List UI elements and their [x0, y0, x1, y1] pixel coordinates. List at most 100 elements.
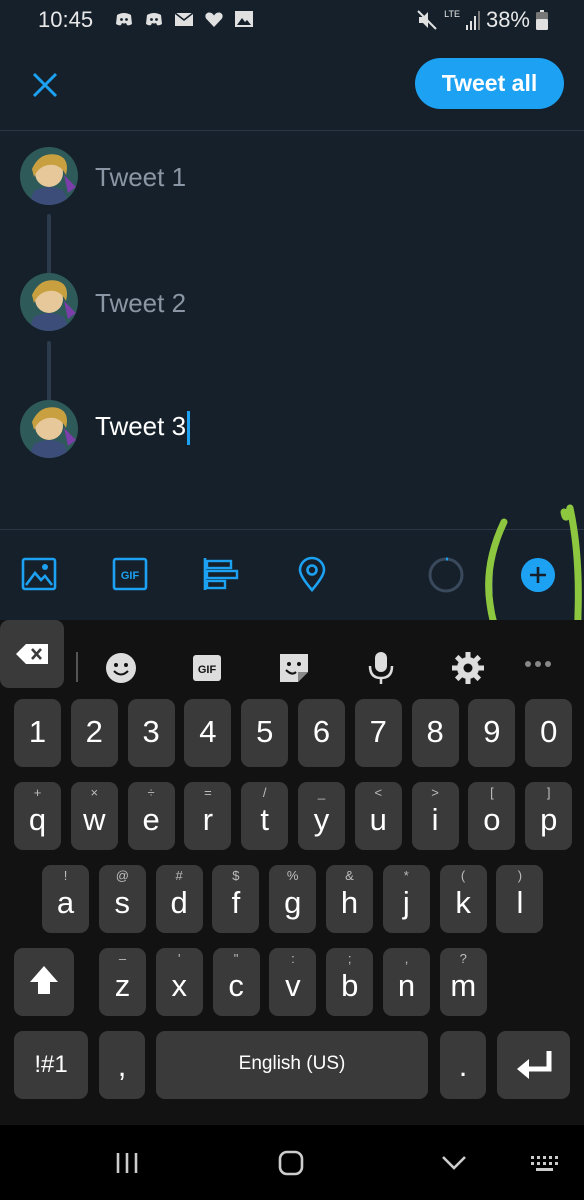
key-w[interactable]: × w: [70, 782, 118, 850]
key-label: u: [369, 802, 387, 837]
space-label: English (US): [238, 1053, 346, 1074]
key-hint: ]: [546, 785, 551, 800]
notification-icons: [114, 9, 254, 29]
key-2[interactable]: 2: [70, 699, 118, 767]
poll-icon[interactable]: [203, 556, 239, 592]
key-label: b: [341, 968, 359, 1003]
key-label: 0: [540, 714, 558, 749]
avatar: [20, 273, 78, 331]
close-icon[interactable]: [28, 68, 62, 102]
key-6[interactable]: 6: [298, 699, 345, 767]
discord-icon: [116, 13, 132, 26]
key-label: y: [313, 802, 330, 837]
key-label: 4: [199, 714, 217, 749]
compose-header: Tweet all: [0, 40, 584, 131]
location-icon[interactable]: [294, 556, 330, 592]
navigation-bar: [0, 1125, 584, 1200]
key-label: f: [231, 885, 241, 920]
settings-icon[interactable]: [448, 648, 488, 688]
key-g[interactable]: % g: [269, 865, 317, 933]
discord-icon: [146, 13, 162, 26]
tweet-input[interactable]: Tweet 1: [95, 162, 186, 193]
key-h[interactable]: & h: [326, 865, 373, 933]
key-m[interactable]: ? m: [439, 948, 487, 1016]
more-icon[interactable]: [520, 656, 560, 696]
enter-key[interactable]: [497, 1031, 570, 1099]
key-hint: <: [374, 785, 383, 800]
key-k[interactable]: (k: [439, 865, 487, 933]
sticker-icon[interactable]: [274, 648, 314, 688]
key-e[interactable]: ÷ e: [127, 782, 175, 850]
key-hint: @: [115, 868, 129, 883]
character-counter: [428, 557, 464, 593]
shift-icon: [30, 966, 58, 994]
key-5[interactable]: 5: [241, 699, 289, 767]
key-4[interactable]: 4: [184, 699, 232, 767]
avatar: [20, 400, 78, 458]
key-hint: –: [118, 951, 127, 966]
key-y[interactable]: _ y: [298, 782, 345, 850]
key-b[interactable]: ; b: [326, 948, 374, 1016]
home-icon[interactable]: [275, 1147, 307, 1179]
key-r[interactable]: = r: [184, 782, 232, 850]
toolbar-divider: [492, 556, 493, 594]
key-s[interactable]: @ s: [98, 865, 146, 933]
key-hint: ÷: [147, 785, 155, 800]
key-label: v: [285, 968, 301, 1003]
key-9[interactable]: 9: [468, 699, 516, 767]
key-hint: ;: [347, 951, 352, 966]
back-icon[interactable]: [438, 1147, 470, 1179]
compose-toolbar: GIF: [0, 529, 584, 621]
key-o[interactable]: [o: [468, 782, 516, 850]
symbols-key[interactable]: !#1: [14, 1031, 88, 1099]
key-u[interactable]: < u: [354, 782, 402, 850]
add-tweet-icon[interactable]: [521, 558, 555, 592]
key-3[interactable]: 3: [127, 699, 175, 767]
key-d[interactable]: # d: [155, 865, 203, 933]
tweet-input-active[interactable]: Tweet 3: [95, 411, 191, 446]
key-1[interactable]: 1: [14, 699, 61, 767]
key-label: 6: [312, 714, 331, 749]
key-label: r: [202, 802, 214, 837]
key-a[interactable]: ! a: [42, 865, 89, 933]
key-z[interactable]: – z: [99, 948, 146, 1016]
key-label: w: [83, 802, 106, 837]
key-7[interactable]: 7: [354, 699, 402, 767]
image-icon[interactable]: [21, 556, 57, 592]
period-key[interactable]: .: [440, 1031, 486, 1099]
tweet-all-button[interactable]: Tweet all: [415, 58, 564, 109]
emoji-icon[interactable]: [101, 648, 141, 688]
key-t[interactable]: / t: [241, 782, 289, 850]
key-i[interactable]: > i: [411, 782, 459, 850]
status-time: 10:45: [38, 7, 94, 32]
key-hint: =: [204, 785, 212, 800]
microphone-icon[interactable]: [361, 648, 401, 688]
key-label: d: [170, 885, 188, 920]
backspace-key[interactable]: [0, 620, 64, 688]
key-c[interactable]: " c: [212, 948, 260, 1016]
comma-key[interactable]: ,: [99, 1031, 145, 1099]
key-n[interactable]: ,n: [383, 948, 430, 1016]
key-q[interactable]: + q: [14, 782, 61, 850]
gif-label: GIF: [121, 570, 140, 582]
key-hint: !: [63, 868, 68, 883]
key-x[interactable]: ' x: [155, 948, 203, 1016]
key-l[interactable]: ) l: [496, 865, 544, 933]
shift-key[interactable]: [14, 948, 74, 1016]
key-label: e: [142, 802, 160, 837]
key-p[interactable]: ] p: [525, 782, 573, 850]
space-key[interactable]: English (US): [156, 1031, 428, 1099]
key-label: i: [431, 802, 439, 837]
gif-icon[interactable]: GIF: [112, 556, 148, 592]
key-0[interactable]: 0: [525, 699, 573, 767]
tweet-input[interactable]: Tweet 2: [95, 288, 186, 319]
key-label: n: [397, 968, 416, 1003]
recent-apps-icon[interactable]: [111, 1147, 143, 1179]
key-hint: /: [262, 785, 267, 800]
keyboard-switch-icon[interactable]: [528, 1147, 560, 1179]
key-8[interactable]: 8: [411, 699, 459, 767]
key-v[interactable]: :v: [269, 948, 317, 1016]
key-f[interactable]: $ f: [212, 865, 260, 933]
gif-icon[interactable]: GIF: [187, 648, 227, 688]
key-j[interactable]: * j: [382, 865, 430, 933]
